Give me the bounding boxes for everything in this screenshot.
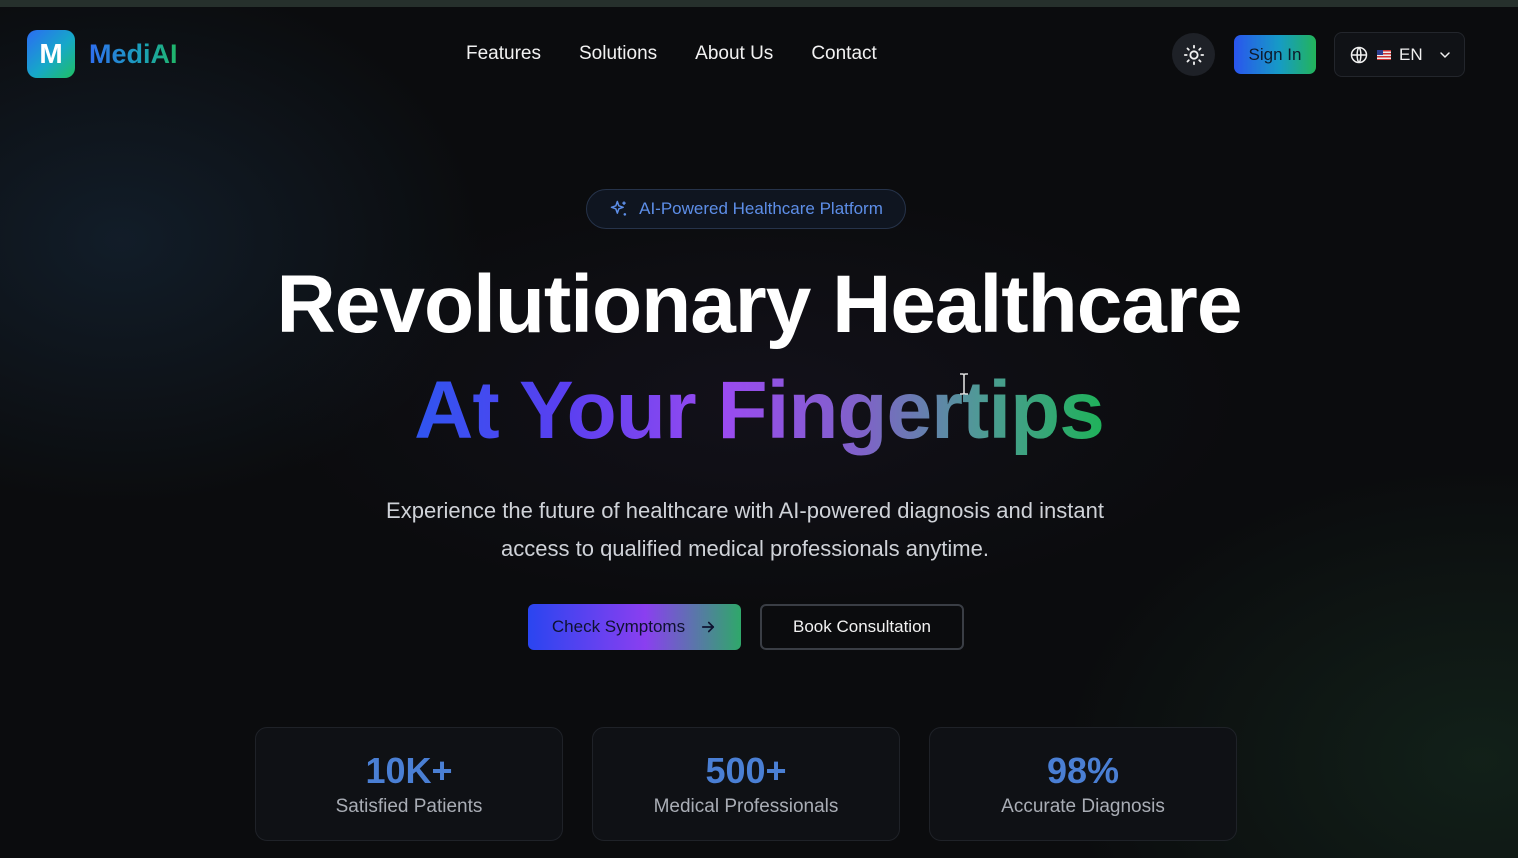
globe-icon [1350, 46, 1368, 63]
main-nav: Features Solutions About Us Contact [466, 43, 877, 65]
stat-value: 500+ [705, 750, 787, 791]
hero-badge: AI-Powered Healthcare Platform [586, 189, 906, 229]
language-selector[interactable]: EN [1334, 32, 1465, 77]
stat-label: Accurate Diagnosis [1001, 796, 1165, 817]
nav-item-features[interactable]: Features [466, 43, 541, 65]
stat-card: 10K+ Satisfied Patients [255, 727, 563, 841]
stat-value: 98% [1046, 750, 1120, 791]
hero-title-line1: Revolutionary Healthcare [276, 259, 1243, 350]
sign-in-button[interactable]: Sign In [1234, 35, 1316, 74]
hero-badge-label: AI-Powered Healthcare Platform [639, 199, 883, 218]
stat-label: Medical Professionals [653, 796, 839, 817]
hero-title-line2: At Your Fingertips [0, 364, 1518, 458]
sparkles-icon [610, 200, 627, 216]
hero-subtitle: Experience the future of healthcare with… [386, 498, 1104, 561]
check-symptoms-button[interactable]: Check Symptoms [528, 604, 741, 650]
top-border [0, 0, 1518, 7]
brand-logo[interactable]: M MediAI [27, 30, 178, 78]
nav-item-contact[interactable]: Contact [811, 43, 876, 65]
check-symptoms-label: Check Symptoms [551, 617, 686, 636]
text-cursor-icon [960, 373, 968, 395]
stat-value: 10K+ [365, 750, 453, 791]
stat-card: 98% Accurate Diagnosis [929, 727, 1237, 841]
logo-mark: M [27, 30, 75, 78]
brand-name: MediAI [89, 38, 178, 69]
sun-icon [1183, 44, 1204, 65]
book-consultation-button[interactable]: Book Consultation [760, 604, 964, 650]
stat-label: Satisfied Patients [335, 796, 483, 817]
theme-toggle-button[interactable] [1172, 33, 1215, 76]
stat-card: 500+ Medical Professionals [592, 727, 900, 841]
hero-title-gradient-text: At Your Fingertips [414, 365, 1105, 456]
nav-item-about-us[interactable]: About Us [695, 43, 773, 65]
nav-item-solutions[interactable]: Solutions [579, 43, 657, 65]
language-label: EN [1399, 44, 1423, 64]
arrow-right-icon [702, 621, 715, 633]
chevron-down-icon [1439, 51, 1450, 58]
us-flag-icon [1377, 49, 1391, 60]
